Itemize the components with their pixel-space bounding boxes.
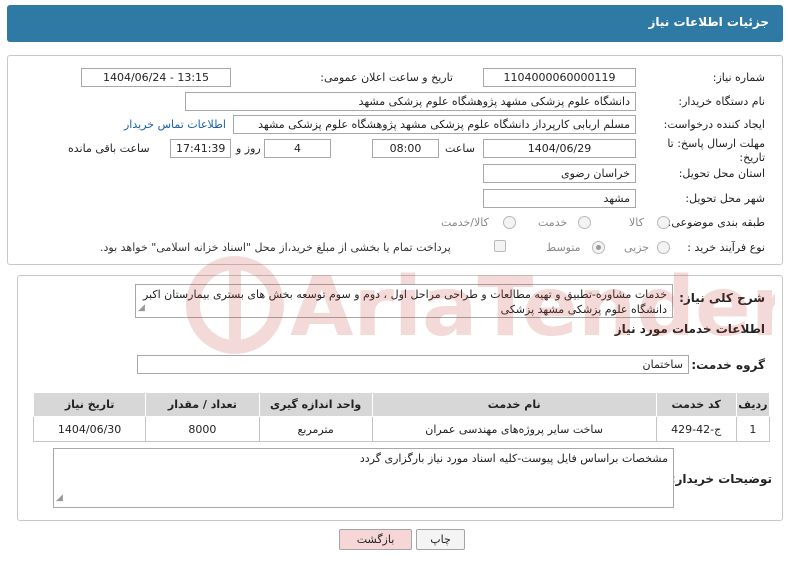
process-option-medium: متوسط [546,241,581,254]
city-field: مشهد [483,189,636,208]
remaining-days-field: 4 [264,139,331,158]
process-radio-medium[interactable] [592,241,605,254]
services-section-title: اطلاعات خدمات مورد نیاز [614,322,765,336]
buyer-org-field: دانشگاه علوم پزشکی مشهد پژوهشگاه علوم پز… [185,92,636,111]
services-table: ردیف کد خدمت نام خدمت واحد اندازه گیری ت… [32,392,771,442]
treasury-payment-note: پرداخت تمام یا بخشی از مبلغ خرید،از محل … [100,241,451,254]
col-need-date: تاریخ نیاز [32,392,147,417]
category-option-service: خدمت [538,216,568,229]
resize-grip-icon[interactable]: ◢ [56,491,63,506]
buyer-notes-text: مشخصات براساس فایل پیوست-کلیه اسناد مورد… [359,452,668,465]
deadline-date-field: 1404/06/29 [483,139,636,158]
category-option-goods: کالا [629,216,644,229]
deadline-time-label: ساعت [445,142,475,155]
city-label: شهر محل تحویل: [685,192,765,205]
service-group-field: ساختمان [137,355,689,374]
remaining-time-label: ساعت باقی مانده [68,142,150,155]
remaining-days-label: روز و [236,142,261,155]
page-title: جزئیات اطلاعات نیاز [648,15,769,29]
back-button[interactable]: بازگشت [339,529,412,550]
resize-grip-icon[interactable]: ◢ [138,301,145,316]
col-unit: واحد اندازه گیری [258,392,373,417]
announce-datetime-label: تاریخ و ساعت اعلان عمومی: [320,71,453,84]
buyer-notes-textarea: مشخصات براساس فایل پیوست-کلیه اسناد مورد… [53,448,674,508]
category-label: طبقه بندی موضوعی: [667,216,765,229]
buyer-org-label: نام دستگاه خریدار: [678,95,765,108]
table-header-row: ردیف کد خدمت نام خدمت واحد اندازه گیری ت… [32,392,771,417]
remaining-time-field: 17:41:39 [170,139,231,158]
need-number-field: 1104000060000119 [483,68,636,87]
page-header: جزئیات اطلاعات نیاز [7,5,783,42]
process-option-minor: جزیی [624,241,650,254]
category-radio-service[interactable] [578,216,591,229]
need-number-label: شماره نیاز: [712,71,765,84]
process-type-label: نوع فرآیند خرید : [687,241,765,254]
table-row: 1 ج-42-429 ساخت سایر پروژه‌های مهندسی عم… [32,416,771,442]
deadline-date-label: تاریخ: [739,151,765,164]
process-radio-minor[interactable] [657,241,670,254]
deadline-time-field: 08:00 [372,139,439,158]
buyer-contact-link[interactable]: اطلاعات تماس خریدار [124,118,226,131]
province-field: خراسان رضوی [483,164,636,183]
cell-service-code: ج-42-429 [655,416,737,442]
col-service-name: نام خدمت [371,392,657,417]
creator-field: مسلم اربابی کارپرداز دانشگاه علوم پزشکی … [233,115,636,134]
cell-unit: مترمربع [258,416,373,442]
treasury-payment-checkbox[interactable] [494,240,506,252]
deadline-label: مهلت ارسال پاسخ: تا [667,137,765,150]
province-label: استان محل تحویل: [678,167,765,180]
cell-service-name: ساخت سایر پروژه‌های مهندسی عمران [371,416,657,442]
buyer-notes-label: توضیحات خریدار: [670,472,772,486]
col-service-code: کد خدمت [655,392,737,417]
announce-datetime-field: 1404/06/24 - 13:15 [81,68,231,87]
summary-text: خدمات مشاوره-تطبیق و تهیه مطالعات و طراح… [142,288,667,316]
col-quantity: تعداد / مقدار [145,392,260,417]
category-radio-goods[interactable] [657,216,670,229]
creator-label: ایجاد کننده درخواست: [663,118,765,131]
service-group-label: گروه خدمت: [691,358,765,372]
summary-label: شرح کلی نیاز: [679,291,765,305]
summary-textarea: خدمات مشاوره-تطبیق و تهیه مطالعات و طراح… [135,284,673,318]
category-radio-goods-service[interactable] [503,216,516,229]
cell-row-number: 1 [735,416,771,442]
cell-quantity: 8000 [145,416,260,442]
category-option-goods-service: کالا/خدمت [441,216,489,229]
col-row-number: ردیف [735,392,771,417]
print-button[interactable]: چاپ [416,529,465,550]
cell-need-date: 1404/06/30 [32,416,147,442]
